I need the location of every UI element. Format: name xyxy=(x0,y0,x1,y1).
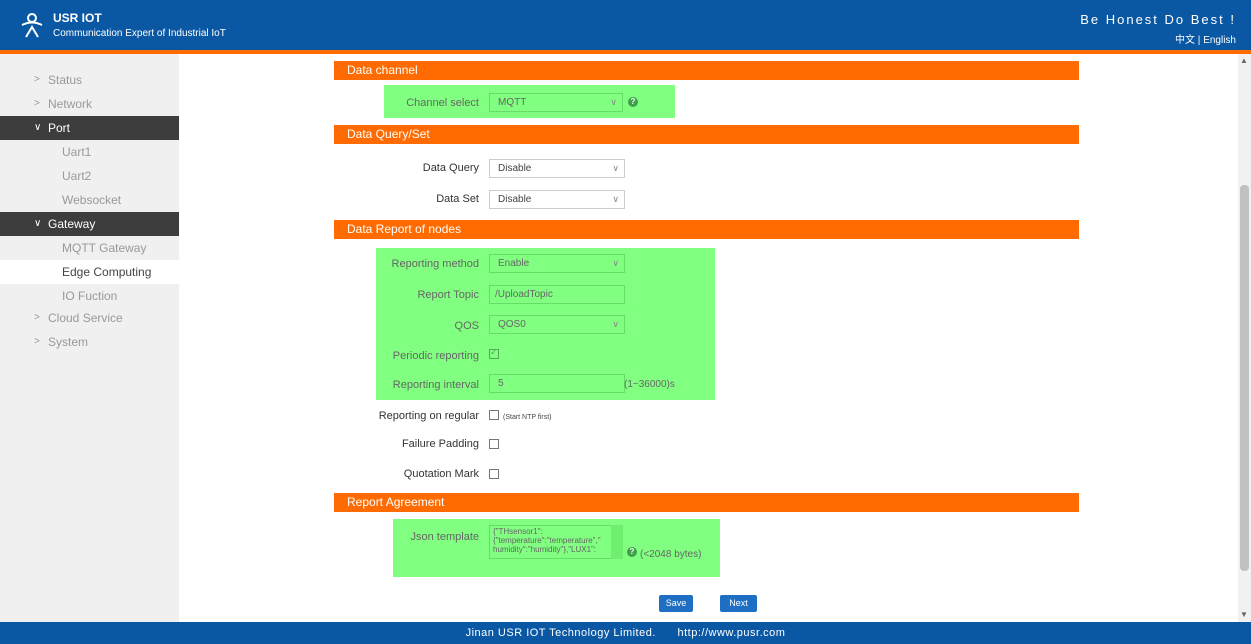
reporting-regular-label: Reporting on regular xyxy=(378,410,479,422)
sidebar-item-uart1[interactable]: Uart1 xyxy=(0,140,179,164)
reporting-interval-input[interactable]: 5 xyxy=(489,374,625,393)
chevron-right-icon: > xyxy=(34,336,40,347)
help-icon[interactable]: ? xyxy=(627,547,637,557)
qos-select[interactable]: QOS0 ∨ xyxy=(489,315,625,334)
scrollbar-thumb[interactable] xyxy=(1240,185,1249,571)
qos-value: QOS0 xyxy=(498,319,526,330)
reporting-regular-checkbox[interactable] xyxy=(489,410,499,420)
json-template-limit: (<2048 bytes) xyxy=(640,549,702,560)
sidebar-item-cloud-service[interactable]: > Cloud Service xyxy=(0,306,179,330)
lang-separator: | xyxy=(1197,35,1201,46)
sidebar-item-label: System xyxy=(48,335,89,349)
channel-select-value: MQTT xyxy=(498,97,527,108)
json-template-label: Json template xyxy=(410,531,479,543)
next-button[interactable]: Next xyxy=(720,595,757,612)
footer-company: Jinan USR IOT Technology Limited. xyxy=(465,627,656,639)
reporting-method-label: Reporting method xyxy=(391,258,479,270)
scroll-up-icon[interactable]: ▲ xyxy=(1240,56,1248,65)
report-topic-input[interactable]: /UploadTopic xyxy=(489,285,625,304)
sidebar-item-label: Edge Computing xyxy=(62,265,152,279)
section-header-report-agreement: Report Agreement xyxy=(334,493,1079,512)
sidebar-item-io-fuction[interactable]: IO Fuction xyxy=(0,284,179,308)
sidebar-item-edge-computing[interactable]: Edge Computing xyxy=(0,260,179,284)
sidebar-item-label: Websocket xyxy=(62,193,122,207)
chevron-right-icon: > xyxy=(34,74,40,85)
sidebar-item-label: Cloud Service xyxy=(48,311,123,325)
data-query-select[interactable]: Disable ∨ xyxy=(489,159,625,178)
channel-select-label: Channel select xyxy=(406,97,479,109)
data-set-value: Disable xyxy=(498,194,532,205)
reporting-method-select[interactable]: Enable ∨ xyxy=(489,254,625,273)
failure-padding-checkbox[interactable] xyxy=(489,439,499,449)
section-header-data-query-set: Data Query/Set xyxy=(334,125,1079,144)
sidebar-item-label: Uart2 xyxy=(62,169,92,183)
chevron-down-icon: ∨ xyxy=(612,163,619,173)
sidebar-item-gateway[interactable]: ∨ Gateway xyxy=(0,212,179,236)
usr-logo-icon xyxy=(21,13,43,38)
chevron-right-icon: > xyxy=(34,312,40,323)
quotation-mark-checkbox[interactable] xyxy=(489,469,499,479)
data-query-value: Disable xyxy=(498,163,532,174)
textarea-scrollbar[interactable] xyxy=(611,525,623,559)
reporting-regular-note: (Start NTP first) xyxy=(503,414,552,421)
sidebar: > Status > Network ∨ Port Uart1 Uart2 We… xyxy=(0,54,179,622)
data-query-label: Data Query xyxy=(422,162,479,174)
footer-url[interactable]: http://www.pusr.com xyxy=(677,627,785,639)
sidebar-item-label: IO Fuction xyxy=(62,289,118,303)
reporting-interval-label: Reporting interval xyxy=(392,379,479,391)
scroll-down-icon[interactable]: ▼ xyxy=(1240,610,1248,619)
footer: Jinan USR IOT Technology Limited. http:/… xyxy=(0,622,1251,644)
top-header: USR IOT Communication Expert of Industri… xyxy=(0,0,1251,50)
brand-tagline: Communication Expert of Industrial IoT xyxy=(53,28,226,39)
reporting-interval-range: (1~36000)s xyxy=(624,379,675,390)
periodic-reporting-label: Periodic reporting xyxy=(392,350,479,362)
sidebar-item-label: Status xyxy=(48,73,83,87)
report-topic-label: Report Topic xyxy=(417,289,479,301)
json-template-textarea[interactable]: {"THsensor1": {"temperature":"temperatur… xyxy=(489,525,623,559)
sidebar-item-label: Uart1 xyxy=(62,145,92,159)
sidebar-item-status[interactable]: > Status xyxy=(0,68,179,92)
reporting-method-value: Enable xyxy=(498,258,530,269)
sidebar-item-label: Network xyxy=(48,97,93,111)
chevron-down-icon: ∨ xyxy=(610,97,617,107)
periodic-reporting-checkbox[interactable] xyxy=(489,347,499,359)
qos-label: QOS xyxy=(454,320,479,332)
section-header-data-report: Data Report of nodes xyxy=(334,220,1079,239)
sidebar-item-network[interactable]: > Network xyxy=(0,92,179,116)
chevron-down-icon: ∨ xyxy=(612,194,619,204)
data-set-select[interactable]: Disable ∨ xyxy=(489,190,625,209)
sidebar-item-mqtt-gateway[interactable]: MQTT Gateway xyxy=(0,236,179,260)
chevron-right-icon: > xyxy=(34,98,40,109)
failure-padding-label: Failure Padding xyxy=(401,438,479,450)
chevron-down-icon: ∨ xyxy=(34,218,42,229)
lang-english-link[interactable]: English xyxy=(1203,35,1236,46)
chevron-down-icon: ∨ xyxy=(612,319,619,329)
channel-select[interactable]: MQTT ∨ xyxy=(489,93,623,112)
chevron-down-icon: ∨ xyxy=(34,122,42,133)
lang-chinese-link[interactable]: 中文 xyxy=(1175,35,1195,46)
sidebar-item-system[interactable]: > System xyxy=(0,330,179,354)
sidebar-item-label: MQTT Gateway xyxy=(62,241,147,255)
sidebar-item-port[interactable]: ∨ Port xyxy=(0,116,179,140)
section-header-data-channel: Data channel xyxy=(334,61,1079,80)
company-motto: Be Honest Do Best ! xyxy=(1080,12,1236,27)
brand-name: USR IOT xyxy=(53,11,102,25)
sidebar-item-websocket[interactable]: Websocket xyxy=(0,188,179,212)
quotation-mark-label: Quotation Mark xyxy=(403,468,479,480)
help-icon[interactable]: ? xyxy=(628,97,638,107)
language-switcher: 中文 | English xyxy=(1175,31,1236,46)
save-button[interactable]: Save xyxy=(659,595,693,612)
sidebar-item-uart2[interactable]: Uart2 xyxy=(0,164,179,188)
data-set-label: Data Set xyxy=(436,193,479,205)
sidebar-item-label: Port xyxy=(48,121,71,135)
chevron-down-icon: ∨ xyxy=(612,258,619,268)
header-accent-line xyxy=(0,50,1251,54)
sidebar-item-label: Gateway xyxy=(48,217,96,231)
